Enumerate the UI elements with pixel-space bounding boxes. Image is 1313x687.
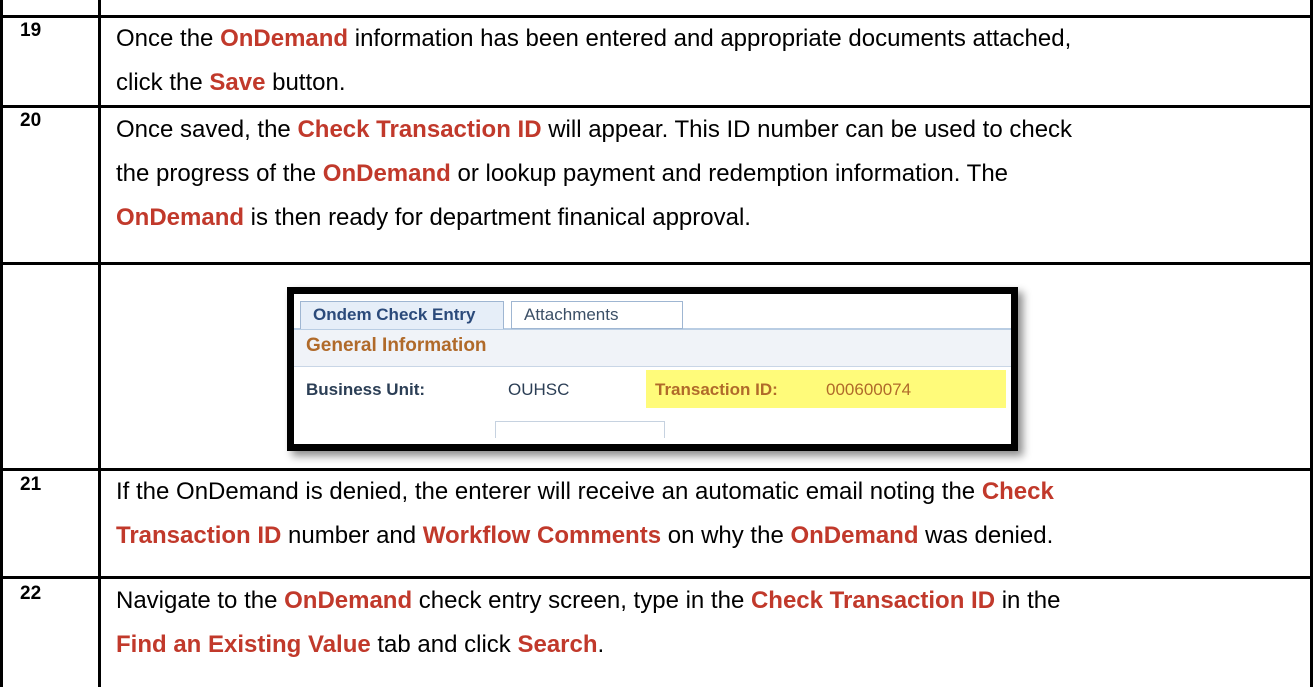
step-text: Once saved, the Check Transaction ID wil… — [116, 108, 1301, 240]
text-line: OnDemand is then ready for department fi… — [116, 204, 751, 231]
tab-ondem-check-entry[interactable]: Ondem Check Entry — [300, 301, 504, 329]
partial-control — [495, 421, 665, 438]
text-line: click the Save button. — [116, 69, 346, 96]
business-unit-value: OUHSC — [508, 380, 570, 399]
step-number: 20 — [20, 110, 42, 131]
step-text: If the OnDemand is denied, the enterer w… — [116, 470, 1301, 558]
step-number: 21 — [20, 474, 42, 495]
text-line: Find an Existing Value tab and click Sea… — [116, 631, 605, 658]
section-title: General Information — [306, 335, 487, 356]
text-line: If the OnDemand is denied, the enterer w… — [116, 478, 1054, 505]
tab-attachments[interactable]: Attachments — [511, 301, 683, 329]
embedded-screenshot: Ondem Check Entry Attachments General In… — [287, 287, 1018, 451]
text-line: Once the OnDemand information has been e… — [116, 25, 1072, 52]
tab-bar: Ondem Check Entry Attachments — [294, 294, 1011, 330]
row-rule — [0, 262, 1313, 265]
step-text: Once the OnDemand information has been e… — [116, 17, 1301, 105]
number-column-divider — [98, 0, 101, 262]
text-line: Navigate to the OnDemand check entry scr… — [116, 587, 1061, 614]
step-number: 19 — [20, 20, 42, 41]
field-row: Business Unit: OUHSC Transaction ID: 000… — [294, 366, 1011, 426]
business-unit-label: Business Unit: — [306, 380, 426, 399]
text-line: Transaction ID number and Workflow Comme… — [116, 522, 1054, 549]
table-outer-left — [0, 0, 3, 687]
step-number: 22 — [20, 583, 42, 604]
text-line: the progress of the OnDemand or lookup p… — [116, 160, 1009, 187]
transaction-id-value: 000600074 — [826, 380, 912, 399]
section-header: General Information — [294, 330, 1011, 367]
transaction-id-label: Transaction ID: — [655, 380, 778, 399]
step-text: Navigate to the OnDemand check entry scr… — [116, 579, 1301, 667]
text-line: Once saved, the Check Transaction ID wil… — [116, 116, 1073, 143]
